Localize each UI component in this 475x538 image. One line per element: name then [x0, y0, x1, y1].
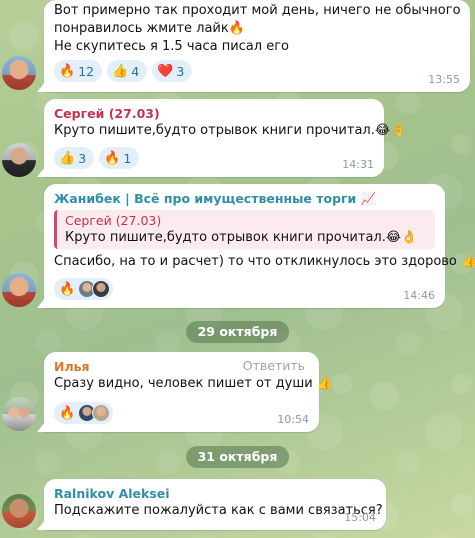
reply-button[interactable]: Ответить — [243, 358, 305, 373]
message-text: Сразу видно, человек пишет от души 👍 — [54, 376, 333, 391]
message-time: 15:04 — [344, 511, 376, 524]
reaction-thumbs-up[interactable]: 👍 4 — [107, 60, 148, 82]
reaction-fire[interactable]: 🔥 — [54, 278, 114, 300]
reaction-count: 12 — [78, 63, 95, 79]
fire-icon: 🔥 — [59, 63, 76, 79]
avatar[interactable] — [2, 143, 36, 177]
fire-icon: 🔥 — [59, 405, 76, 421]
quote-text: Круто пишите,будто отрывок книги прочита… — [65, 230, 418, 245]
reaction-heart[interactable]: ❤️ 3 — [152, 60, 193, 82]
reaction-fire[interactable]: 🔥 1 — [99, 147, 140, 169]
message-time: 14:46 — [403, 289, 435, 302]
reaction-fire[interactable]: 🔥 — [54, 402, 114, 424]
sender-name[interactable]: Ralnikov Aleksei — [54, 485, 376, 502]
message-text-line: понравилось жмите лайк🔥 — [54, 21, 245, 36]
reactions-row: 🔥 — [54, 278, 114, 300]
reaction-count: 4 — [131, 63, 140, 79]
message-bubble[interactable]: Сергей (27.03) Круто пишите,будто отрыво… — [37, 99, 407, 177]
message-text: Круто пишите,будто отрывок книги прочита… — [54, 123, 407, 138]
message-text-line: Не скупитесь я 1.5 часа писал его — [54, 39, 289, 54]
message-bubble[interactable]: Жанибек | Всё про имущественные торги 📈 … — [37, 184, 475, 308]
reactor-avatar — [92, 404, 111, 422]
message-bubble[interactable]: Ralnikov Aleksei Подскажите пожалуйста к… — [37, 479, 386, 530]
reaction-thumbs-up[interactable]: 👍 3 — [54, 147, 95, 169]
avatar[interactable] — [2, 494, 36, 528]
reactions-row: 🔥 12 👍 4 ❤️ 3 — [54, 60, 193, 82]
reactions-row: 👍 3 🔥 1 — [54, 147, 140, 169]
avatar[interactable] — [2, 56, 36, 90]
sender-name[interactable]: Жанибек | Всё про имущественные торги 📈 — [54, 190, 435, 207]
reaction-fire[interactable]: 🔥 12 — [54, 60, 103, 82]
fire-icon: 🔥 — [104, 150, 121, 166]
sender-name[interactable]: Сергей (27.03) — [54, 105, 374, 122]
message-time: 13:55 — [428, 73, 460, 86]
message-text-line: Вот примерно так проходит мой день, ниче… — [54, 3, 461, 18]
date-separator: 31 октября — [185, 446, 290, 468]
thumbs-up-icon: 👍 — [112, 63, 129, 79]
fire-icon: 🔥 — [59, 281, 76, 297]
message-bubble[interactable]: Вот примерно так проходит мой день, ниче… — [37, 0, 470, 92]
message-bubble[interactable]: Илья Ответить Сразу видно, человек пишет… — [37, 352, 333, 432]
message-time: 10:54 — [277, 413, 309, 426]
reaction-count: 1 — [123, 150, 132, 166]
reaction-count: 3 — [78, 150, 87, 166]
reply-quote[interactable]: Сергей (27.03) Круто пишите,будто отрыво… — [54, 210, 435, 249]
avatar[interactable] — [2, 273, 36, 307]
quote-sender: Сергей (27.03) — [65, 213, 162, 228]
thumbs-up-icon: 👍 — [59, 150, 76, 166]
heart-icon: ❤️ — [157, 63, 174, 79]
message-time: 14:31 — [342, 158, 374, 171]
message-text: Подскажите пожалуйста как с вами связать… — [54, 503, 383, 518]
reaction-count: 3 — [176, 63, 185, 79]
reactions-row: 🔥 — [54, 402, 114, 424]
avatar[interactable] — [2, 397, 36, 431]
date-separator: 29 октября — [185, 321, 290, 343]
reactor-avatar — [92, 280, 111, 298]
message-text: Спасибо, на то и расчет) то что откликну… — [54, 254, 475, 269]
